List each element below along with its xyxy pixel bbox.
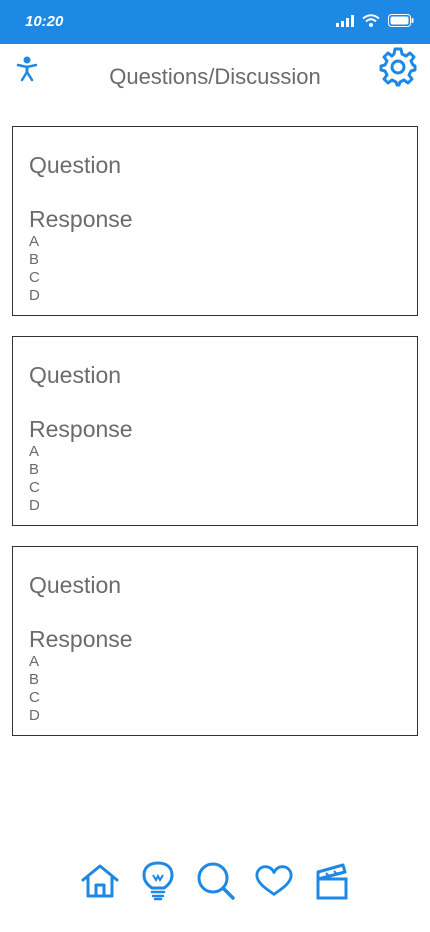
response-option-c[interactable]: C [29,269,417,287]
home-icon [81,864,119,898]
response-option-b[interactable]: B [29,671,417,689]
response-label: Response [29,626,133,652]
search-icon [197,862,235,900]
response-option-d[interactable]: D [29,497,417,515]
settings-button[interactable] [378,47,418,87]
question-card[interactable]: Question Response A B C D [12,126,418,316]
response-option-b[interactable]: B [29,461,417,479]
status-icons [336,14,414,27]
response-option-a[interactable]: A [29,653,417,671]
bottom-nav [80,858,360,904]
nav-media[interactable] [312,858,352,904]
response-option-d[interactable]: D [29,707,417,725]
wifi-icon [362,14,380,27]
question-label: Question [29,152,122,178]
nav-favorites[interactable] [254,858,294,904]
battery-icon [388,14,414,27]
response-options: A B C D [29,443,417,515]
heart-icon [255,865,293,896]
status-bar: 10:20 [0,0,430,44]
signal-icon [336,14,354,27]
response-label: Response [29,416,133,442]
page-title: Questions/Discussion [109,64,321,89]
nav-ideas[interactable] [138,858,178,904]
response-option-d[interactable]: D [29,287,417,305]
clapperboard-icon [316,863,348,900]
response-option-a[interactable]: A [29,233,417,251]
response-option-a[interactable]: A [29,443,417,461]
question-label: Question [29,572,122,598]
nav-search[interactable] [196,858,236,904]
question-list: Question Response A B C D Question Respo… [12,126,418,756]
response-option-b[interactable]: B [29,251,417,269]
app-header: Questions/Discussion [0,44,430,112]
response-options: A B C D [29,653,417,725]
nav-home[interactable] [80,858,120,904]
response-options: A B C D [29,233,417,305]
gear-icon [379,47,417,87]
response-option-c[interactable]: C [29,689,417,707]
question-card[interactable]: Question Response A B C D [12,546,418,736]
question-card[interactable]: Question Response A B C D [12,336,418,526]
response-label: Response [29,206,133,232]
question-label: Question [29,362,122,388]
lightbulb-icon [142,861,174,901]
status-time: 10:20 [25,13,64,30]
response-option-c[interactable]: C [29,479,417,497]
